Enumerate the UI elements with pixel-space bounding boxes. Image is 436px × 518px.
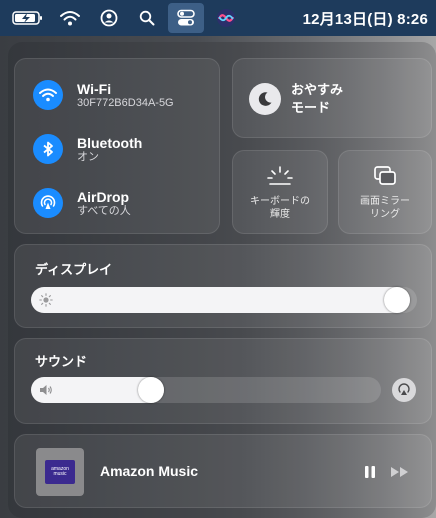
airdrop-label: AirDrop <box>77 188 130 205</box>
keyboard-brightness-label-line2: 輝度 <box>270 209 290 220</box>
moon-icon <box>249 83 281 115</box>
display-label: ディスプレイ <box>35 262 113 277</box>
amazon-music-logo: amazon music <box>45 460 75 484</box>
do-not-disturb-label-line1: おやすみ <box>291 82 344 97</box>
volume-knob[interactable] <box>138 377 164 403</box>
forward-icon <box>391 467 408 477</box>
bluetooth-icon[interactable] <box>33 134 63 164</box>
screen-mirroring-label-line2: リング <box>370 209 400 220</box>
sound-label: サウンド <box>35 354 88 369</box>
display-brightness-fill <box>31 287 410 313</box>
user-account-icon[interactable] <box>96 0 122 36</box>
battery-charging-icon[interactable] <box>10 0 46 36</box>
siri-icon[interactable] <box>212 0 240 36</box>
airdrop-status: すべての人 <box>77 204 131 217</box>
display-brightness-knob[interactable] <box>384 287 410 313</box>
airdrop-icon[interactable] <box>33 188 63 218</box>
pause-icon <box>365 466 375 478</box>
airdrop-toggle[interactable]: AirDrop すべての人 <box>33 183 131 223</box>
connectivity-module: Wi-Fi 30F772B6D34A-5G Bluetooth オン AirDr… <box>14 58 220 234</box>
album-art-line2: music <box>53 471 67 477</box>
screen-mirroring-button[interactable]: 画面ミラー リング <box>338 150 432 234</box>
control-center-icon[interactable] <box>168 3 204 33</box>
do-not-disturb-toggle[interactable]: おやすみ モード <box>232 58 432 138</box>
do-not-disturb-label-line2: モード <box>291 99 331 115</box>
volume-slider[interactable] <box>31 377 381 403</box>
album-art[interactable]: amazon music <box>36 448 84 496</box>
bluetooth-status: オン <box>77 150 99 163</box>
keyboard-brightness-button[interactable]: キーボードの 輝度 <box>232 150 328 234</box>
sound-module: サウンド <box>14 338 432 424</box>
speaker-icon <box>40 385 52 395</box>
wifi-network-name: 30F772B6D34A-5G <box>77 96 174 109</box>
next-track-button[interactable] <box>388 462 412 482</box>
keyboard-brightness-label-line1: キーボードの <box>250 196 310 207</box>
sun-icon <box>39 293 53 307</box>
audio-output-button[interactable] <box>392 378 416 402</box>
screen-mirroring-label-line1: 画面ミラー <box>360 196 410 207</box>
menu-bar-clock[interactable]: 12月13日(日) 8:26 <box>252 0 434 36</box>
bluetooth-label: Bluetooth <box>77 134 143 151</box>
screen-mirroring-icon <box>339 165 431 187</box>
airplay-audio-icon <box>398 383 410 395</box>
pause-button[interactable] <box>360 462 380 482</box>
wifi-toggle[interactable]: Wi-Fi 30F772B6D34A-5G <box>33 75 174 115</box>
wifi-label: Wi-Fi <box>77 80 112 97</box>
spotlight-search-icon[interactable] <box>134 0 160 36</box>
display-module: ディスプレイ <box>14 244 432 328</box>
display-brightness-slider[interactable] <box>31 287 417 313</box>
wifi-status-icon[interactable] <box>56 0 84 36</box>
keyboard-brightness-icon <box>233 165 327 187</box>
bluetooth-toggle[interactable]: Bluetooth オン <box>33 129 142 169</box>
now-playing-title[interactable]: Amazon Music <box>100 463 198 479</box>
menu-bar: 12月13日(日) 8:26 <box>0 0 436 36</box>
wifi-icon[interactable] <box>33 80 63 110</box>
